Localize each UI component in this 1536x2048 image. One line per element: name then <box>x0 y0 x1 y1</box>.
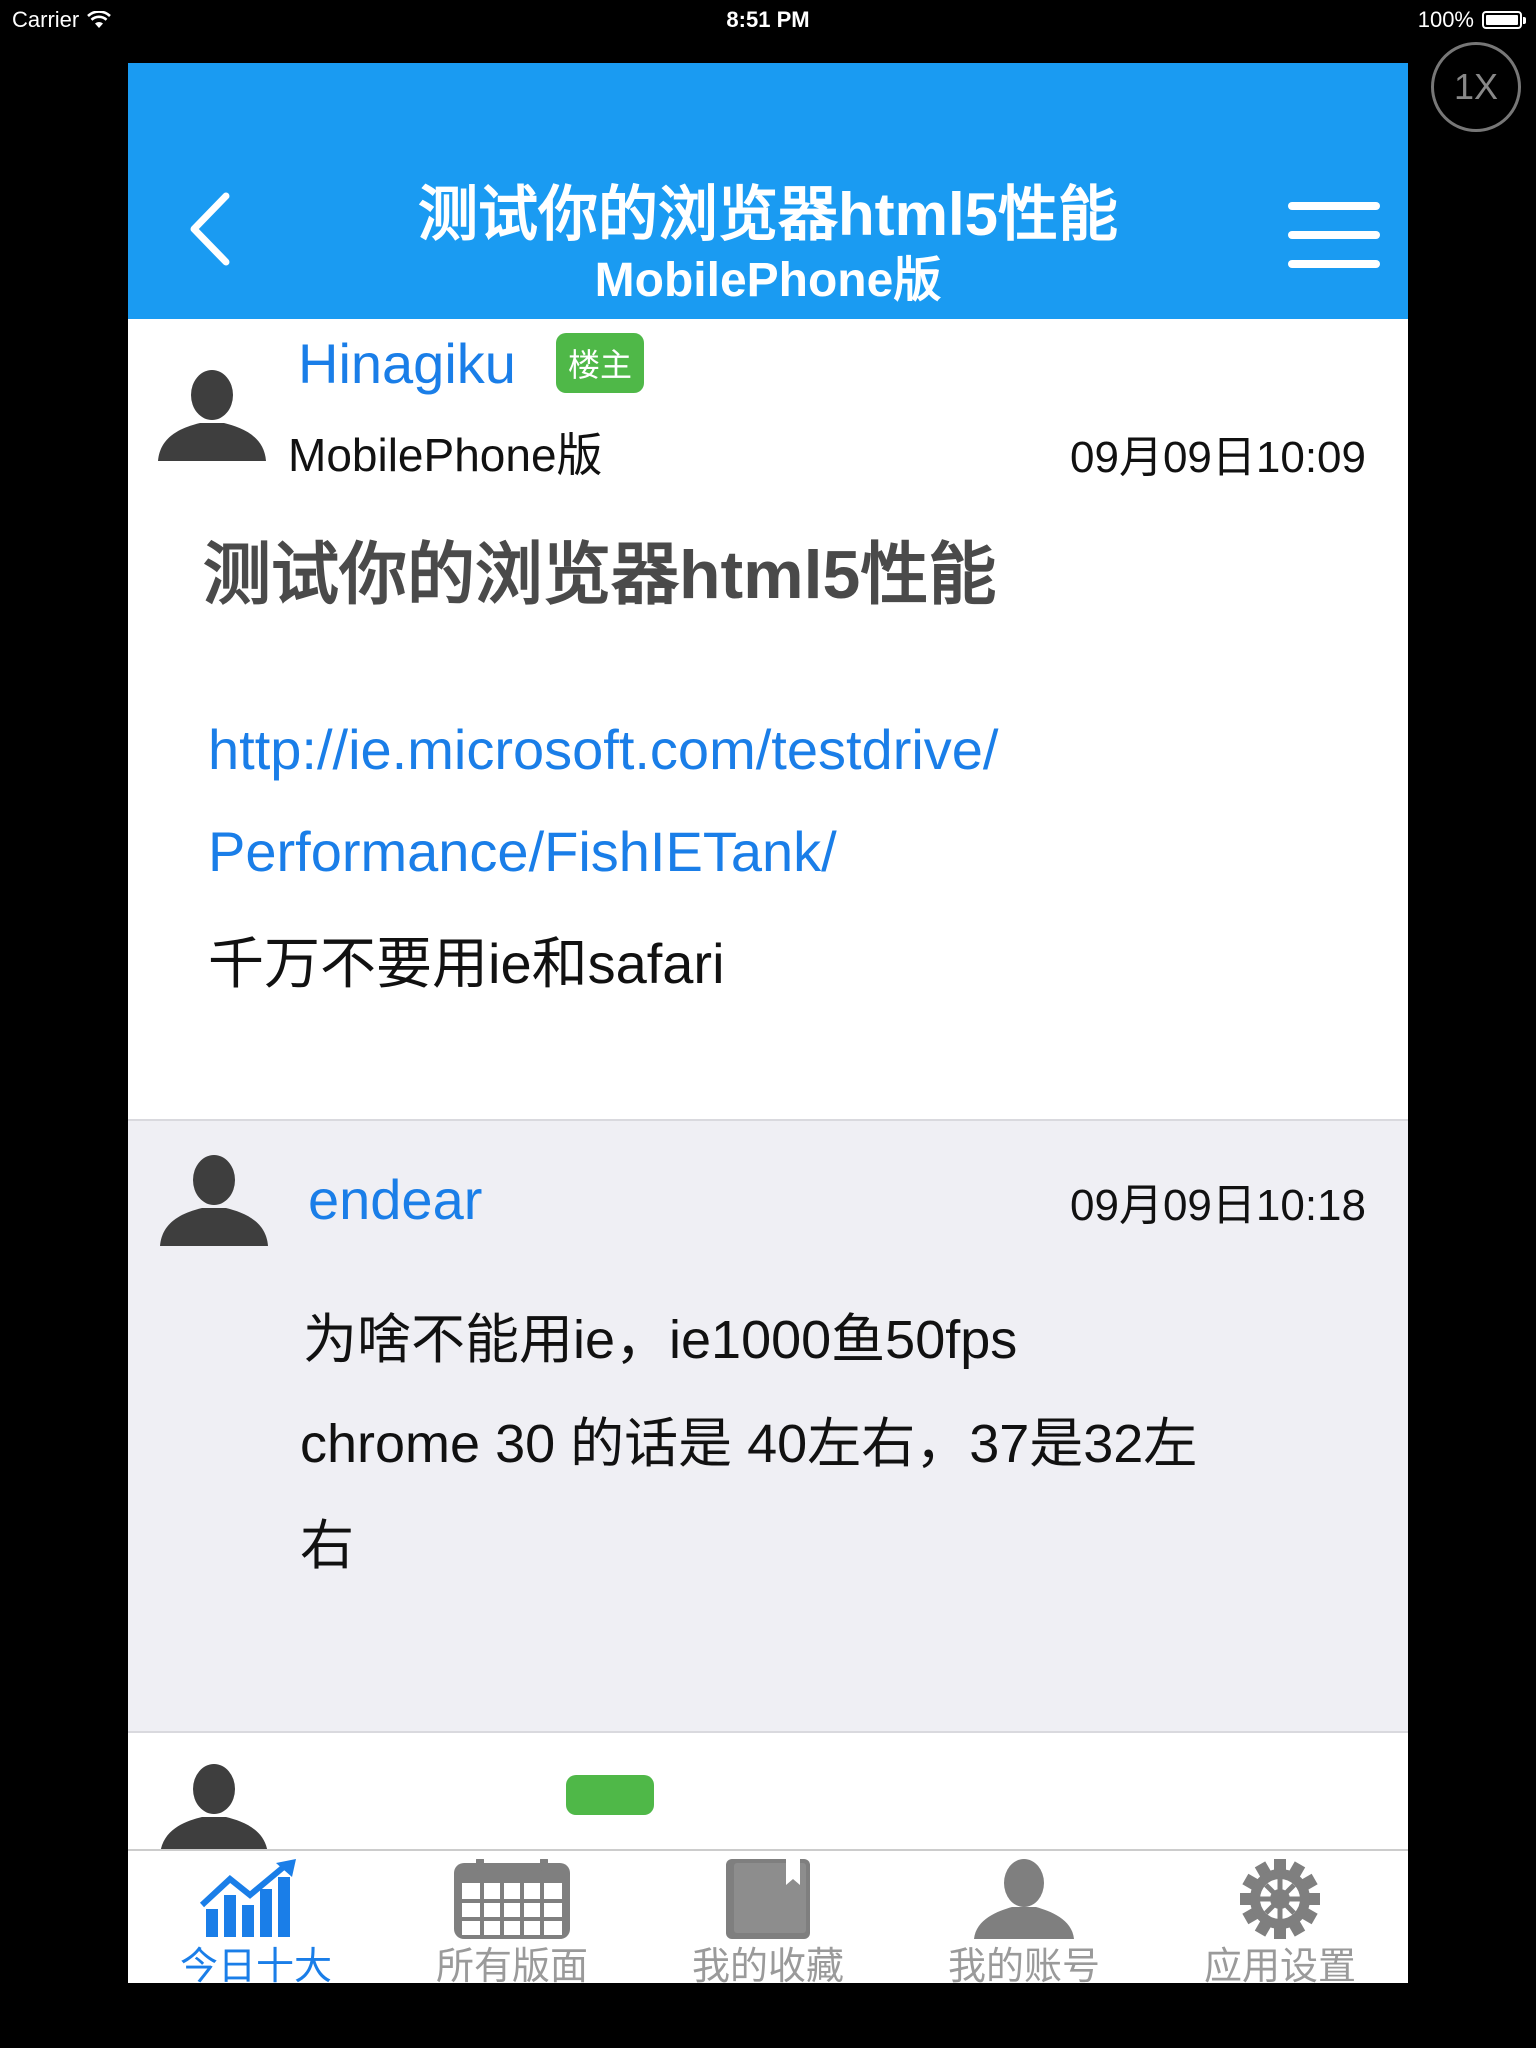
tab-today-top10[interactable]: 今日十大 <box>128 1851 384 1983</box>
book-icon <box>726 1859 810 1939</box>
author-name[interactable]: Hinagiku <box>298 331 516 396</box>
battery-icon <box>1482 11 1526 29</box>
tab-app-settings[interactable]: 应用设置 <box>1152 1851 1408 1983</box>
post-item: endear 09月09日10:18 为啥不能用ie，ie1000鱼50fps … <box>128 1121 1408 1733</box>
calendar-icon <box>454 1859 570 1939</box>
battery-percent: 100% <box>1417 7 1474 32</box>
post-item-partial <box>128 1733 1408 1849</box>
post-title: 测试你的浏览器html5性能 <box>203 537 997 613</box>
op-badge: 楼主 <box>556 333 644 393</box>
tab-bar: 今日十大 所有版面 我的收藏 我的账号 应用设置 <box>128 1849 1408 1983</box>
reply-text-line-1: 为啥不能用ie，ie1000鱼50fps <box>303 1310 1018 1370</box>
avatar-icon[interactable] <box>154 369 270 461</box>
gear-icon <box>1240 1859 1320 1939</box>
post-item: Hinagiku 楼主 MobilePhone版 09月09日10:09 测试你… <box>128 319 1408 1121</box>
tab-label: 所有版面 <box>435 1946 588 1983</box>
avatar-icon[interactable] <box>156 1154 272 1246</box>
post-time: 09月09日10:09 <box>1070 433 1366 482</box>
status-bar: Carrier 8:51 PM 100% <box>0 0 1536 40</box>
navigation-bar: 测试你的浏览器html5性能 MobilePhone版 <box>128 63 1408 319</box>
reply-text-line-2: chrome 30 的话是 40左右，37是32左 <box>300 1414 1198 1474</box>
menu-icon[interactable] <box>1288 202 1380 268</box>
tab-label: 我的收藏 <box>691 1946 844 1983</box>
tab-label: 今日十大 <box>179 1946 332 1983</box>
tab-my-account[interactable]: 我的账号 <box>896 1851 1152 1983</box>
chart-icon <box>199 1859 296 1937</box>
app-window: 测试你的浏览器html5性能 MobilePhone版 Hinagiku 楼主 … <box>128 63 1408 1983</box>
tab-label: 我的账号 <box>947 1946 1100 1983</box>
status-time: 8:51 PM <box>726 7 810 32</box>
avatar-icon[interactable] <box>156 1763 272 1849</box>
thread-content[interactable]: Hinagiku 楼主 MobilePhone版 09月09日10:09 测试你… <box>128 319 1408 1849</box>
zoom-button[interactable]: 1X <box>1431 42 1521 132</box>
post-link-line-2[interactable]: Performance/FishIETank/ <box>208 819 837 884</box>
tab-label: 应用设置 <box>1203 1946 1356 1983</box>
person-icon <box>974 1859 1074 1939</box>
tab-all-boards[interactable]: 所有版面 <box>384 1851 640 1983</box>
page-subtitle: MobilePhone版 <box>594 254 942 307</box>
post-text: 千万不要用ie和safari <box>208 932 725 995</box>
status-right: 100% <box>1417 7 1526 33</box>
reply-text-line-3: 右 <box>300 1516 354 1576</box>
op-badge-partial <box>566 1775 654 1815</box>
post-time: 09月09日10:18 <box>1070 1181 1366 1230</box>
tab-my-favorites[interactable]: 我的收藏 <box>640 1851 896 1983</box>
board-name: MobilePhone版 <box>288 429 603 481</box>
author-name[interactable]: endear <box>308 1167 482 1232</box>
post-link-line-1[interactable]: http://ie.microsoft.com/testdrive/ <box>208 717 998 782</box>
